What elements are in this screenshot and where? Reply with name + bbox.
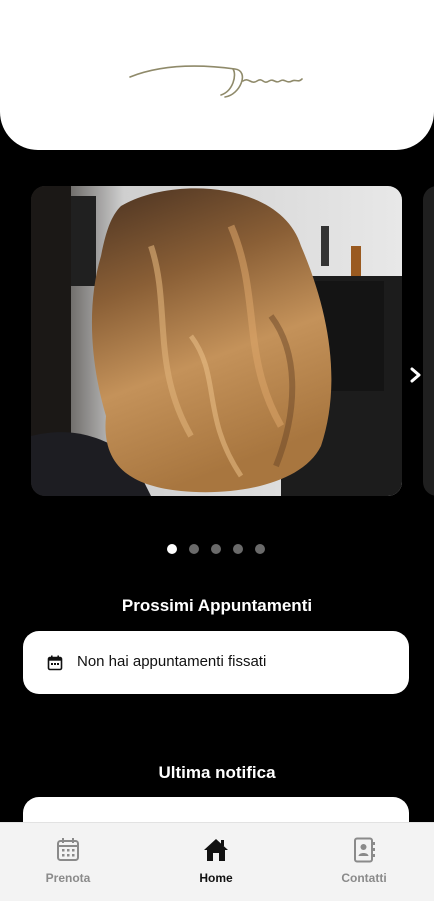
tab-prenota[interactable]: Prenota	[23, 837, 113, 885]
appointments-empty-message: Non hai appuntamenti fissati	[77, 653, 267, 670]
calendar-icon	[57, 838, 79, 861]
tab-label: Home	[199, 871, 233, 885]
tab-label: Contatti	[341, 871, 387, 885]
pagination-dot[interactable]	[255, 544, 265, 554]
pagination-dot[interactable]	[233, 544, 243, 554]
chevron-right-icon[interactable]	[404, 364, 426, 386]
carousel-slide-image[interactable]	[31, 186, 402, 496]
hair-photo	[31, 186, 402, 496]
header	[0, 0, 434, 150]
carousel-pagination	[167, 544, 265, 554]
signature-logo	[129, 65, 303, 98]
pagination-dot[interactable]	[167, 544, 177, 554]
tab-contatti[interactable]: Contatti	[319, 837, 409, 885]
tab-label: Prenota	[45, 871, 91, 885]
pagination-dot[interactable]	[211, 544, 221, 554]
appointments-card[interactable]: Non hai appuntamenti fissati	[23, 631, 409, 694]
notification-title: Ultima notifica	[158, 763, 276, 782]
bottom-tab-bar: Prenota Home Contatti	[0, 822, 434, 901]
contact-book-icon	[354, 837, 375, 863]
appointments-title: Prossimi Appuntamenti	[121, 596, 313, 615]
tab-home[interactable]: Home	[171, 837, 261, 885]
home-icon	[204, 839, 228, 861]
calendar-icon	[47, 655, 63, 671]
carousel-next-slide-peek[interactable]	[423, 186, 434, 496]
pagination-dot[interactable]	[189, 544, 199, 554]
